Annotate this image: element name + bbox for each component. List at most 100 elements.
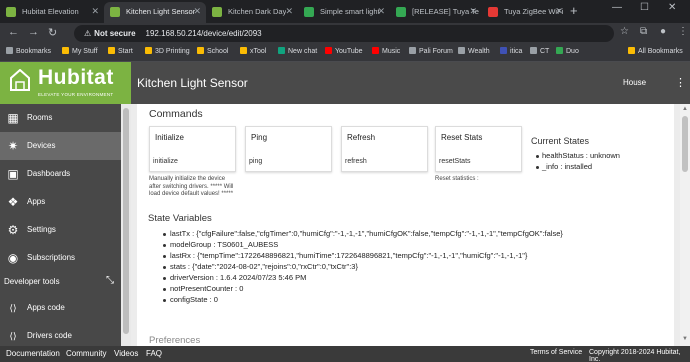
initialize-command-button[interactable]: Initialize initialize xyxy=(149,126,236,172)
bookmark-item[interactable]: Music xyxy=(372,47,400,55)
more-options-icon[interactable]: ⋮ xyxy=(675,76,686,89)
bookmark-item[interactable]: Duo xyxy=(556,47,579,55)
sidebar-item-apps[interactable]: ❖ Apps xyxy=(0,188,121,216)
page-scroll-thumb[interactable] xyxy=(682,116,688,172)
bookmark-item[interactable]: My Stuff xyxy=(62,47,98,55)
address-bar[interactable]: ⚠ Not secure 192.168.50.214/device/edit/20… xyxy=(74,25,614,42)
page-scrollbar[interactable]: ▲ ▼ xyxy=(680,104,690,346)
bookmark-item[interactable]: Bookmarks xyxy=(6,47,51,55)
terms-link[interactable]: Terms of Service xyxy=(530,349,582,356)
devices-icon: ✷ xyxy=(7,139,19,153)
duo-icon xyxy=(556,47,563,54)
close-window-button[interactable]: ✕ xyxy=(668,2,676,13)
bookmark-item[interactable]: itica xyxy=(500,47,522,55)
sidebar-item-drivers-code[interactable]: ⟨⟩ Drivers code xyxy=(0,322,121,346)
preferences-heading: Preferences xyxy=(149,335,201,346)
forum-favicon-icon xyxy=(304,7,314,17)
tab-title: Simple smart light xyxy=(320,7,380,16)
new-tab-button[interactable]: + xyxy=(570,3,578,18)
developer-tools-toggle[interactable]: Developer tools ⤡ xyxy=(0,272,121,292)
sidebar-scrollbar[interactable] xyxy=(121,104,131,346)
state-variable-item: lastTx : {"cfgFailure":false,"cfgTimer":… xyxy=(170,229,563,238)
command-name: Refresh xyxy=(347,133,376,142)
footer-link-faq[interactable]: FAQ xyxy=(146,349,162,358)
bookmark-item[interactable]: xTool xyxy=(240,47,266,55)
ping-command-button[interactable]: Ping ping xyxy=(245,126,332,172)
bookmark-item[interactable]: Pali Forum xyxy=(409,47,453,55)
sidebar-scroll-thumb[interactable] xyxy=(123,108,129,334)
forum-icon xyxy=(409,47,416,54)
bookmark-item[interactable]: Wealth xyxy=(458,47,490,55)
browser-tab[interactable]: Tuya ZigBee WiFi ✕ xyxy=(482,2,568,23)
reset-stats-command-button[interactable]: Reset Stats resetStats xyxy=(435,126,522,172)
bookmark-item[interactable]: Start xyxy=(108,47,133,55)
scroll-up-icon[interactable]: ▲ xyxy=(682,106,688,112)
collapse-icon: ⤡ xyxy=(106,275,114,286)
hubitat-logo[interactable]: Hubitat ELEVATE YOUR ENVIRONMENT xyxy=(0,62,131,104)
bookmark-item[interactable]: YouTube xyxy=(325,47,363,55)
browser-tab-active[interactable]: Kitchen Light Sensor ✕ xyxy=(104,2,206,23)
sidebar-item-rooms[interactable]: ▦ Rooms xyxy=(0,104,121,132)
bookmark-star-icon[interactable]: ☆ xyxy=(620,26,629,37)
browser-tab[interactable]: Kitchen Dark Day ✕ xyxy=(206,2,298,23)
tab-close-icon[interactable]: ✕ xyxy=(91,2,99,21)
back-arrow-icon[interactable]: ← xyxy=(8,26,19,38)
footer-link-community[interactable]: Community xyxy=(66,349,106,358)
tab-close-icon[interactable]: ✕ xyxy=(285,2,293,21)
scroll-down-icon[interactable]: ▼ xyxy=(682,336,688,342)
maximize-button[interactable]: ☐ xyxy=(640,2,649,13)
sidebar-item-subscriptions[interactable]: ◉ Subscriptions xyxy=(0,244,121,272)
youtube-icon xyxy=(325,47,332,54)
bullet xyxy=(163,299,166,302)
state-variable-item: modelGroup : TS0601_AUBESS xyxy=(170,240,279,249)
settings-icon: ⚙ xyxy=(7,223,19,237)
browser-tab[interactable]: [RELEASE] Tuya Te ✕ xyxy=(390,2,482,23)
bullet xyxy=(163,277,166,280)
sidebar-item-apps-code[interactable]: ⟨⟩ Apps code xyxy=(0,294,121,322)
location-menu[interactable]: House xyxy=(623,78,646,87)
tab-close-icon[interactable]: ✕ xyxy=(555,2,563,21)
bookmark-item[interactable]: 3D Printing xyxy=(145,47,190,55)
refresh-command-button[interactable]: Refresh refresh xyxy=(341,126,428,172)
bookmark-item[interactable]: School xyxy=(197,47,228,55)
bookmark-item[interactable]: All Bookmarks xyxy=(628,47,683,55)
sidebar-item-label: Drivers code xyxy=(27,331,72,340)
ct-icon xyxy=(530,47,537,54)
menu-icon[interactable]: ⋮ xyxy=(678,26,688,37)
command-description: Reset statistics : xyxy=(435,176,479,182)
state-variable-item: notPresentCounter : 0 xyxy=(170,284,244,293)
folder-icon xyxy=(145,47,152,54)
chatgpt-icon xyxy=(278,47,285,54)
sidebar-item-label: Settings xyxy=(27,225,56,234)
sidebar-item-label: Devices xyxy=(27,141,56,150)
tab-close-icon[interactable]: ✕ xyxy=(469,2,477,21)
forward-arrow-icon[interactable]: → xyxy=(28,26,39,38)
sidebar-item-devices[interactable]: ✷ Devices xyxy=(0,132,121,160)
state-variable-item: lastRx : {"tempTime":1722648896821,"humi… xyxy=(170,251,528,260)
reload-icon[interactable]: ↻ xyxy=(48,26,57,39)
browser-tab[interactable]: Hubitat Elevation ✕ xyxy=(0,2,104,23)
warning-icon: ⚠ xyxy=(84,29,92,38)
itica-icon xyxy=(500,47,507,54)
bookmark-item[interactable]: CT xyxy=(530,47,549,55)
footer-link-videos[interactable]: Videos xyxy=(114,349,138,358)
footer-link-documentation[interactable]: Documentation xyxy=(6,349,60,358)
tab-close-icon[interactable]: ✕ xyxy=(193,2,201,21)
browser-tab[interactable]: Simple smart light ✕ xyxy=(298,2,390,23)
state-variables-heading: State Variables xyxy=(148,213,212,224)
profile-icon[interactable]: ● xyxy=(660,26,666,37)
footer: Documentation Community Videos FAQ Terms… xyxy=(0,346,690,362)
tab-close-icon[interactable]: ✕ xyxy=(377,2,385,21)
apps-code-icon: ⟨⟩ xyxy=(9,303,17,313)
house-logo-icon xyxy=(10,69,30,91)
bullet xyxy=(536,166,539,169)
extensions-icon[interactable]: ⧉ xyxy=(640,26,647,37)
minimize-button[interactable]: — xyxy=(612,2,622,13)
tab-title: Tuya ZigBee WiFi xyxy=(504,7,564,16)
bookmark-item[interactable]: New chat xyxy=(278,47,317,55)
state-variable-item: driverVersion : 1.6.4 2024/07/23 5:46 PM xyxy=(170,273,307,282)
current-states-heading: Current States xyxy=(531,136,590,146)
command-name: Initialize xyxy=(155,133,184,142)
sidebar-item-settings[interactable]: ⚙ Settings xyxy=(0,216,121,244)
sidebar-item-dashboards[interactable]: ▣ Dashboards xyxy=(0,160,121,188)
